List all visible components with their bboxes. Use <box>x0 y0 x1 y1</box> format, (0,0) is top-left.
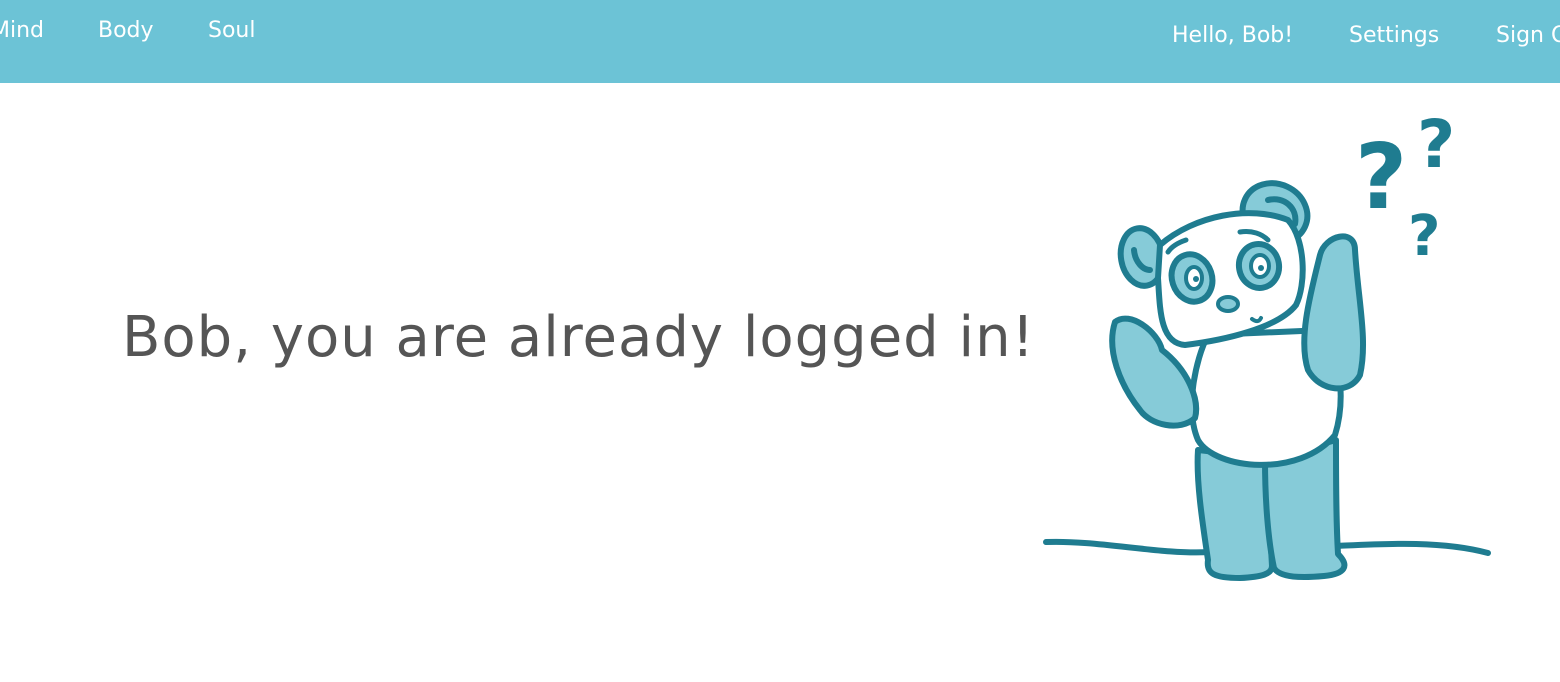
svg-text:?: ? <box>1408 204 1440 269</box>
confused-panda-icon: ? ? ? <box>1043 106 1491 581</box>
top-nav-bar: Mind Body Soul Hello, Bob! Settings Sign… <box>0 0 1560 83</box>
svg-text:?: ? <box>1355 125 1407 230</box>
nav-user-greeting[interactable]: Hello, Bob! <box>1172 25 1293 47</box>
nav-link-settings[interactable]: Settings <box>1349 25 1439 47</box>
nav-link-mind[interactable]: Mind <box>0 20 44 42</box>
nav-link-soul[interactable]: Soul <box>208 20 255 42</box>
already-logged-in-message: Bob, you are already logged in! <box>122 305 1036 370</box>
nav-link-sign-out[interactable]: Sign Out <box>1496 25 1560 47</box>
svg-text:?: ? <box>1417 106 1455 183</box>
nav-link-body[interactable]: Body <box>98 20 154 42</box>
